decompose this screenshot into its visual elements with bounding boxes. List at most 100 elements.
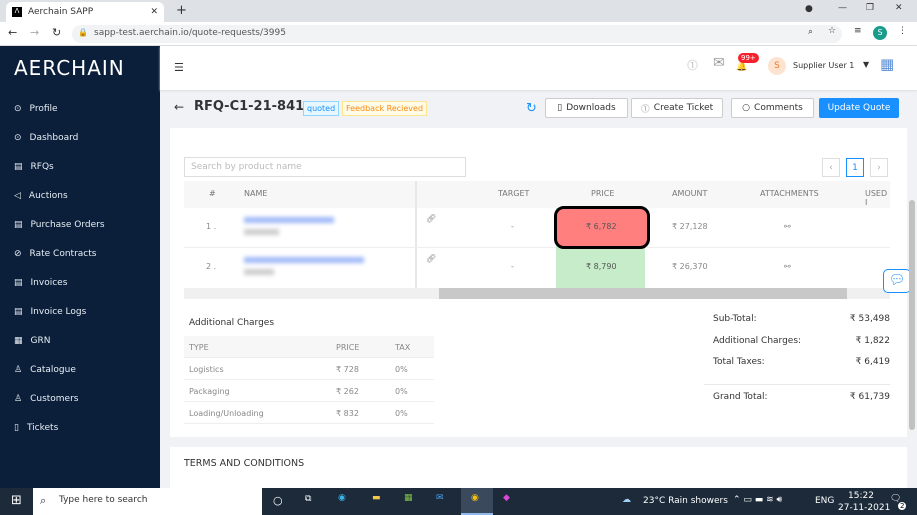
update-quote-button[interactable]: Update Quote <box>819 98 899 118</box>
reading-list-icon[interactable]: ≡ <box>854 26 862 36</box>
minimize-icon[interactable]: — <box>838 3 847 13</box>
product-name-link[interactable] <box>244 257 364 263</box>
total-taxes-label: Total Taxes: <box>713 357 765 367</box>
terms-card: TERMS AND CONDITIONS <box>170 447 907 488</box>
link-icon[interactable]: 🔗︎ <box>426 254 436 263</box>
col-header-type: TYPE <box>189 343 209 352</box>
new-tab-icon[interactable]: + <box>176 3 187 18</box>
prev-page-button[interactable]: ‹ <box>822 158 840 177</box>
subtotal-value: ₹ 53,498 <box>849 314 890 324</box>
chrome-taskbar-button[interactable]: ◉ <box>461 488 493 515</box>
weather-text[interactable]: 23°C Rain showers <box>643 496 728 506</box>
sidebar-item-label: Purchase Orders <box>30 220 105 230</box>
page-1-button[interactable]: 1 <box>846 158 864 177</box>
catalogue-icon[interactable]: ▦ <box>880 55 894 73</box>
frozen-column-divider <box>415 181 417 288</box>
lock-icon: 🔒 <box>78 28 88 37</box>
clock-time[interactable]: 15:22 <box>848 491 874 501</box>
attachment-link-icon[interactable]: ⚯ <box>784 262 791 271</box>
browser-tab-bar: Λ Aerchain SAPP ✕ + ● — ❐ ✕ <box>0 0 917 22</box>
profile-avatar[interactable]: S <box>873 26 887 40</box>
sidebar-item-tickets[interactable]: ▯ Tickets <box>14 423 58 433</box>
sidebar-item-icon: ⊙ <box>14 133 22 143</box>
back-icon[interactable]: ← <box>8 26 17 39</box>
browser-menu-icon[interactable]: ⋮ <box>898 26 907 36</box>
close-tab-icon[interactable]: ✕ <box>150 7 158 17</box>
menu-collapse-icon[interactable]: ☰ <box>174 61 184 74</box>
total-taxes-value: ₹ 6,419 <box>855 357 890 367</box>
product-code <box>244 229 279 235</box>
link-icon[interactable]: 🔗︎ <box>426 214 436 223</box>
product-code <box>244 269 274 275</box>
windows-start-icon[interactable]: ⊞ <box>11 493 22 508</box>
target-value: - <box>511 222 514 231</box>
user-dropdown-icon[interactable]: ▼ <box>863 60 869 69</box>
clock-date[interactable]: 27-11-2021 <box>838 503 890 513</box>
search-icon: ⌕ <box>40 494 47 507</box>
downloads-button[interactable]: ▯ Downloads <box>545 98 628 118</box>
scrollbar-thumb[interactable] <box>439 288 847 299</box>
windows-taskbar: ⊞ Type here to search ⌕ ○ ⧉ ◉ ▬ ▦ ✉ ◉ ◆ … <box>0 488 917 515</box>
app-icon[interactable]: ◆ <box>503 493 510 503</box>
sidebar-item-profile[interactable]: ⊙ Profile <box>14 104 58 114</box>
tab-title: Aerchain SAPP <box>28 7 94 17</box>
task-view-icon[interactable]: ⧉ <box>305 494 311 504</box>
mail-app-icon[interactable]: ✉ <box>436 493 444 503</box>
sidebar: AERCHAIN ⊙ Profile ⊙ Dashboard ▤ RFQs ◁ Auction… <box>0 46 160 488</box>
ticket-icon: ⓵ <box>640 104 650 115</box>
bookmark-star-icon[interactable]: ☆ <box>828 26 836 36</box>
sidebar-item-catalogue[interactable]: ♙ Catalogue <box>14 365 76 375</box>
zoom-icon[interactable]: ⌕ <box>808 27 813 37</box>
user-name[interactable]: Supplier User 1 <box>793 61 854 70</box>
tray-icons[interactable]: ⌃ ▭ ▬ ≋ 🔊︎ <box>733 495 782 505</box>
sidebar-item-rfqs[interactable]: ▤ RFQs <box>14 162 54 172</box>
sidebar-item-invoice-logs[interactable]: ▤ Invoice Logs <box>14 307 86 317</box>
chat-support-icon[interactable]: 💬︎ <box>883 269 911 293</box>
edge-icon[interactable]: ◉ <box>338 493 346 503</box>
sidebar-item-customers[interactable]: ♙ Customers <box>14 394 78 404</box>
grand-total-label: Grand Total: <box>713 392 768 402</box>
ticket-icon[interactable]: ⓵ <box>687 57 698 73</box>
create-ticket-label: Create Ticket <box>653 103 714 113</box>
browser-tab[interactable]: Λ Aerchain SAPP ✕ <box>6 2 164 22</box>
forward-icon[interactable]: → <box>30 26 39 39</box>
sidebar-item-grn[interactable]: ▦ GRN <box>14 336 50 346</box>
comment-icon: ○ <box>742 103 751 113</box>
col-header-tax: TAX <box>395 343 411 352</box>
taskbar-search-input[interactable]: Type here to search <box>33 488 262 515</box>
page-title-bar: ← RFQ-C1-21-841 quoted Feedback Recieved… <box>160 90 917 128</box>
product-search-input[interactable]: Search by product name <box>184 157 466 177</box>
sidebar-item-purchase-orders[interactable]: ▤ Purchase Orders <box>14 220 105 230</box>
sidebar-item-rate-contracts[interactable]: ⊘ Rate Contracts <box>14 249 96 259</box>
attachment-link-icon[interactable]: ⚯ <box>784 222 791 231</box>
charge-row: Packaging ₹ 262 0% <box>184 380 434 402</box>
maximize-icon[interactable]: ❐ <box>866 3 874 13</box>
url-input[interactable]: sapp-test.aerchain.io/quote-requests/399… <box>72 25 842 43</box>
top-header: ☰ ⓵ ✉ 🔔 99+ S Supplier User 1 ▼ ▦ <box>160 46 917 90</box>
refresh-icon[interactable]: ↻ <box>526 101 537 116</box>
bell-icon[interactable]: 🔔 <box>736 62 747 72</box>
col-header-target: TARGET <box>498 189 530 198</box>
comments-button[interactable]: ○ Comments <box>731 98 814 118</box>
sidebar-item-icon: ▤ <box>14 278 23 288</box>
next-page-button[interactable]: › <box>870 158 888 177</box>
sidebar-item-auctions[interactable]: ◁ Auctions <box>14 191 68 201</box>
horizontal-scrollbar[interactable] <box>184 288 890 299</box>
sidebar-item-invoices[interactable]: ▤ Invoices <box>14 278 67 288</box>
close-window-icon[interactable]: ✕ <box>895 3 903 13</box>
sidebar-item-dashboard[interactable]: ⊙ Dashboard <box>14 133 78 143</box>
create-ticket-button[interactable]: ⓵ Create Ticket <box>631 98 723 118</box>
quote-card: Search by product name ‹ 1 › # NAME TARG… <box>170 128 907 437</box>
cortana-icon[interactable]: ○ <box>273 494 283 507</box>
store-icon[interactable]: ▦ <box>404 493 413 503</box>
browser-menu-icon[interactable]: ● <box>805 4 813 14</box>
back-arrow-icon[interactable]: ← <box>174 100 184 114</box>
page-scrollbar[interactable] <box>909 200 915 430</box>
language-indicator[interactable]: ENG <box>815 496 834 506</box>
file-explorer-icon[interactable]: ▬ <box>372 493 381 503</box>
user-avatar[interactable]: S <box>768 57 786 75</box>
product-name-link[interactable] <box>244 217 334 223</box>
price-value: ₹ 6,782 <box>586 222 617 231</box>
mail-icon[interactable]: ✉ <box>713 55 725 71</box>
reload-icon[interactable]: ↻ <box>52 26 61 39</box>
